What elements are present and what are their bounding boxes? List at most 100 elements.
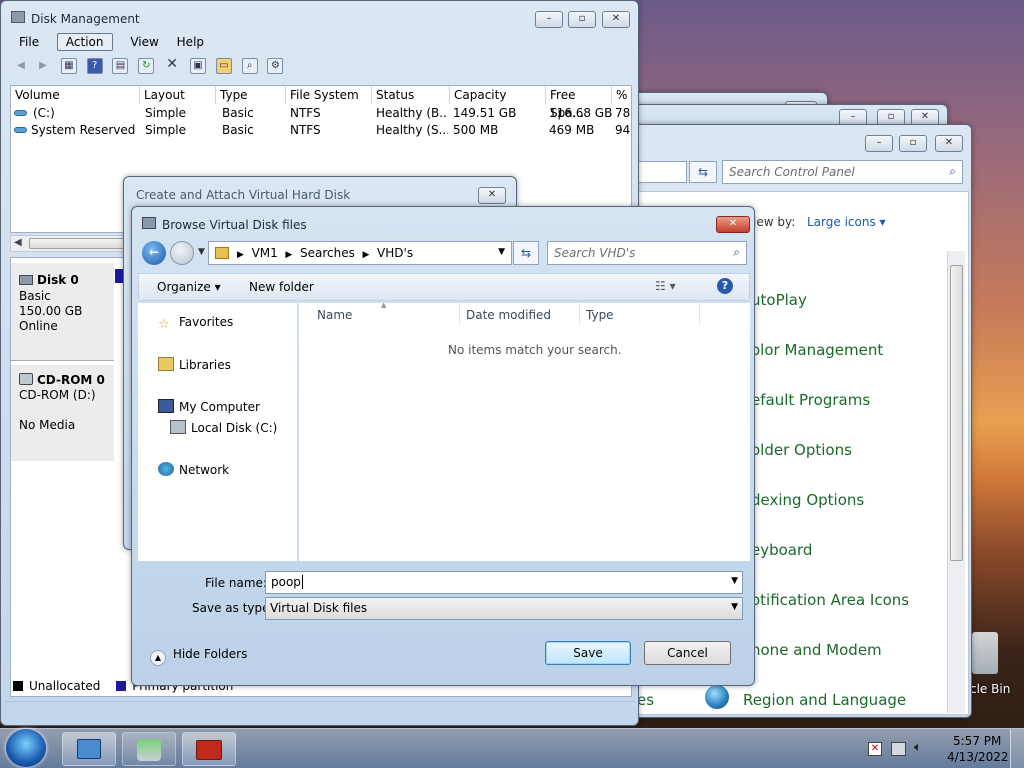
forward-icon[interactable]: ▶ <box>35 59 51 75</box>
cp-item-keyboard[interactable]: eyboard <box>751 541 812 559</box>
new-folder-button[interactable]: New folder <box>249 280 314 294</box>
col-divider <box>699 303 700 325</box>
refresh-icon[interactable]: ⇆ <box>513 241 539 265</box>
cp-item-partial[interactable]: es <box>637 691 654 709</box>
table-row[interactable]: (C:) Simple Basic NTFS Healthy (B... 149… <box>11 105 631 122</box>
help-icon[interactable]: ? <box>86 58 103 74</box>
vertical-scrollbar[interactable] <box>947 251 965 713</box>
nav-my-computer[interactable]: My Computer <box>158 399 260 414</box>
organize-button[interactable]: Organize ▾ <box>157 280 221 294</box>
disk-properties-icon[interactable]: ▣ <box>189 58 206 74</box>
close-button[interactable]: ✕ <box>716 216 750 233</box>
open-folder-icon[interactable]: ▭ <box>215 58 232 74</box>
save-type-select[interactable]: Virtual Disk files ▼ <box>265 597 743 620</box>
col-type[interactable]: Type <box>216 86 286 104</box>
refresh-icon[interactable]: ⇆ <box>689 161 717 183</box>
cdrom-block[interactable]: CD-ROM 0 CD-ROM (D:) No Media <box>11 365 114 461</box>
col-type[interactable]: Type <box>586 308 614 322</box>
search-icon: ⌕ <box>733 245 740 259</box>
cp-item-autoplay[interactable]: utoPlay <box>751 291 807 309</box>
control-panel-icon <box>77 739 101 759</box>
address-bar[interactable]: ▶ VM1 ▶ Searches ▶ VHD's ▼ <box>208 241 512 265</box>
menu-file[interactable]: File <box>19 35 39 49</box>
col-status[interactable]: Status <box>372 86 450 104</box>
cp-item-indexing-options[interactable]: dexing Options <box>751 491 864 509</box>
forward-button[interactable] <box>170 241 194 265</box>
search-input[interactable]: Search Control Panel ⌕ <box>722 160 963 184</box>
cp-item-region-and-language[interactable]: Region and Language <box>743 691 906 709</box>
view-options-icon[interactable]: ☷ ▾ <box>655 279 676 293</box>
minimize-button[interactable]: – <box>535 11 563 28</box>
delete-icon[interactable]: ✕ <box>164 57 180 73</box>
action-center-icon[interactable]: ✕ <box>868 742 882 756</box>
col-percent-free[interactable]: % F <box>612 86 631 104</box>
recycle-bin-icon[interactable] <box>972 632 998 674</box>
taskbar-control-panel[interactable] <box>62 732 116 766</box>
col-date-modified[interactable]: Date modified <box>466 308 551 322</box>
menu-help[interactable]: Help <box>177 35 204 49</box>
cp-item-folder-options[interactable]: older Options <box>751 441 852 459</box>
nav-network[interactable]: Network <box>158 462 229 477</box>
nav-local-disk[interactable]: Local Disk (C:) <box>170 420 277 435</box>
close-button[interactable]: ✕ <box>478 187 506 204</box>
address-bar[interactable] <box>637 161 687 183</box>
console-tree-icon[interactable]: ▦ <box>60 58 77 74</box>
breadcrumb-vhds[interactable]: VHD's <box>377 246 413 260</box>
file-name-dropdown-icon[interactable]: ▼ <box>731 576 738 586</box>
back-icon[interactable]: ◀ <box>13 59 29 75</box>
close-button[interactable]: ✕ <box>935 135 963 152</box>
col-name[interactable]: Name <box>317 308 352 322</box>
settings-icon[interactable]: ⚙ <box>267 58 284 74</box>
nav-favorites[interactable]: ☆ Favorites <box>158 315 233 332</box>
cancel-button[interactable]: Cancel <box>644 641 731 665</box>
cp-item-color-management[interactable]: olor Management <box>751 341 883 359</box>
start-button[interactable] <box>6 729 46 767</box>
col-free-space[interactable]: Free Spa... <box>546 86 612 120</box>
volume-icon[interactable]: 🔈︎ <box>914 740 922 755</box>
search-input[interactable]: Search VHD's ⌕ <box>547 241 747 265</box>
breadcrumb-searches[interactable]: Searches <box>300 246 355 260</box>
search-disk-icon[interactable]: ⌕ <box>241 58 258 74</box>
scroll-thumb[interactable] <box>29 238 129 249</box>
disk0-block[interactable]: Disk 0 Basic 150.00 GB Online <box>11 263 114 361</box>
table-row[interactable]: System Reserved Simple Basic NTFS Health… <box>11 122 631 139</box>
refresh-icon[interactable]: ↻ <box>138 58 155 74</box>
file-name-input[interactable]: poop ▼ <box>265 571 743 594</box>
menu-view[interactable]: View <box>130 35 158 49</box>
cell-percent-free: 78 <box>615 106 631 120</box>
properties-icon[interactable]: ▤ <box>112 58 129 74</box>
taskbar-disk-tool[interactable] <box>122 732 176 766</box>
disk-icon <box>19 275 33 285</box>
back-button[interactable]: ← <box>142 241 166 265</box>
network-tray-icon[interactable] <box>891 742 906 756</box>
clock-time[interactable]: 5:57 PM <box>953 734 1001 748</box>
maximize-button[interactable]: ▫ <box>568 11 596 28</box>
clock-date[interactable]: 4/13/2022 <box>947 750 1009 764</box>
breadcrumb-vm1[interactable]: VM1 <box>252 246 278 260</box>
view-by-dropdown[interactable]: Large icons ▾ <box>807 215 886 229</box>
col-layout[interactable]: Layout <box>140 86 216 104</box>
col-file-system[interactable]: File System <box>286 86 372 104</box>
hide-folders-button[interactable]: ▲ Hide Folders <box>150 647 247 667</box>
save-button[interactable]: Save <box>545 641 631 665</box>
address-dropdown-icon[interactable]: ▼ <box>498 247 505 257</box>
dialog-title: Browse Virtual Disk files <box>162 218 307 232</box>
cp-item-phone-and-modem[interactable]: hone and Modem <box>751 641 882 659</box>
help-icon[interactable]: ? <box>717 278 733 294</box>
col-volume[interactable]: Volume <box>11 86 140 104</box>
cell-volume: (C:) <box>33 106 55 120</box>
close-button[interactable]: ✕ <box>602 11 630 28</box>
show-desktop-button[interactable] <box>1010 729 1024 768</box>
cp-item-notification-area-icons[interactable]: otification Area Icons <box>751 591 909 609</box>
scroll-left-arrow[interactable]: ◀ <box>14 237 22 248</box>
maximize-button[interactable]: ▫ <box>899 135 927 152</box>
save-type-dropdown-icon[interactable]: ▼ <box>731 602 738 612</box>
menu-action[interactable]: Action <box>56 33 113 51</box>
nav-libraries[interactable]: Libraries <box>158 357 231 372</box>
scroll-thumb[interactable] <box>950 265 963 561</box>
minimize-button[interactable]: – <box>865 135 893 152</box>
cp-item-default-programs[interactable]: efault Programs <box>751 391 870 409</box>
history-dropdown-icon[interactable]: ▼ <box>198 247 205 257</box>
col-capacity[interactable]: Capacity <box>450 86 546 104</box>
taskbar-computer-management[interactable] <box>182 732 236 766</box>
